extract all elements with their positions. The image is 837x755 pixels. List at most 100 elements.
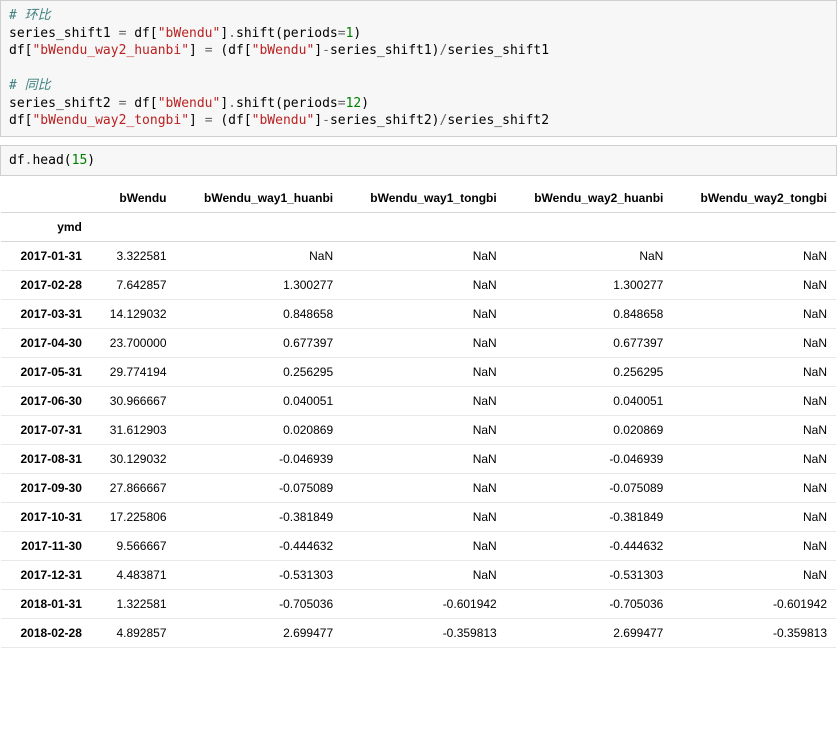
code-string: "bWendu" xyxy=(252,43,315,58)
code-text: series_shift2 xyxy=(447,113,549,128)
cell-value: NaN xyxy=(342,329,506,358)
code-text: head( xyxy=(32,153,71,168)
cell-value: -0.444632 xyxy=(176,532,343,561)
code-string: "bWendu_way2_tongbi" xyxy=(32,113,189,128)
row-index: 2017-11-30 xyxy=(1,532,91,561)
cell-value: -0.075089 xyxy=(506,474,673,503)
row-index: 2017-04-30 xyxy=(1,329,91,358)
code-text: ] xyxy=(314,113,322,128)
code-text: series_shift2 xyxy=(9,96,119,111)
row-index: 2017-03-31 xyxy=(1,300,91,329)
table-row: 2018-02-284.8928572.699477-0.3598132.699… xyxy=(1,619,836,648)
cell-value: 0.848658 xyxy=(176,300,343,329)
row-index: 2017-06-30 xyxy=(1,387,91,416)
cell-value: 0.040051 xyxy=(506,387,673,416)
code-text: (df[ xyxy=(213,113,252,128)
cell-value: 2.699477 xyxy=(506,619,673,648)
row-index: 2017-07-31 xyxy=(1,416,91,445)
code-cell-1: # 环比 series_shift1 = df["bWendu"].shift(… xyxy=(0,0,837,137)
code-text: df[ xyxy=(126,26,157,41)
cell-value: 9.566667 xyxy=(91,532,176,561)
cell-value: 0.256295 xyxy=(176,358,343,387)
table-row: 2017-08-3130.129032-0.046939NaN-0.046939… xyxy=(1,445,836,474)
cell-value: NaN xyxy=(342,271,506,300)
table-row: 2017-09-3027.866667-0.075089NaN-0.075089… xyxy=(1,474,836,503)
cell-value: -0.381849 xyxy=(506,503,673,532)
cell-value: NaN xyxy=(342,387,506,416)
cell-value: NaN xyxy=(342,474,506,503)
cell-value: NaN xyxy=(176,242,343,271)
code-comment: # 同比 xyxy=(9,78,51,93)
code-text: ) xyxy=(87,153,95,168)
cell-value: 30.966667 xyxy=(91,387,176,416)
cell-value: 4.483871 xyxy=(91,561,176,590)
table-row: 2017-07-3131.6129030.020869NaN0.020869Na… xyxy=(1,416,836,445)
cell-value: 0.020869 xyxy=(176,416,343,445)
cell-value: 4.892857 xyxy=(91,619,176,648)
row-index: 2017-10-31 xyxy=(1,503,91,532)
cell-value: 31.612903 xyxy=(91,416,176,445)
code-text: ) xyxy=(361,96,369,111)
code-op: . xyxy=(228,96,236,111)
code-text: ] xyxy=(220,26,228,41)
code-text: series_shift1 xyxy=(9,26,119,41)
cell-value: -0.075089 xyxy=(176,474,343,503)
cell-value: 2.699477 xyxy=(176,619,343,648)
cell-value: -0.531303 xyxy=(506,561,673,590)
cell-value: -0.381849 xyxy=(176,503,343,532)
code-text: df[ xyxy=(9,113,32,128)
cell-value: NaN xyxy=(672,561,836,590)
cell-value: NaN xyxy=(672,242,836,271)
cell-value: 7.642857 xyxy=(91,271,176,300)
cell-value: NaN xyxy=(672,503,836,532)
code-text: shift(periods xyxy=(236,26,338,41)
column-header: bWendu_way2_tongbi xyxy=(672,184,836,213)
cell-value: -0.359813 xyxy=(672,619,836,648)
code-string: "bWendu" xyxy=(158,26,221,41)
row-index: 2017-02-28 xyxy=(1,271,91,300)
cell-value: 14.129032 xyxy=(91,300,176,329)
column-header: bWendu_way1_huanbi xyxy=(176,184,343,213)
cell-value: NaN xyxy=(342,445,506,474)
cell-value: 3.322581 xyxy=(91,242,176,271)
column-header: bWendu xyxy=(91,184,176,213)
cell-value: 0.040051 xyxy=(176,387,343,416)
row-index: 2018-01-31 xyxy=(1,590,91,619)
table-row: 2018-01-311.322581-0.705036-0.601942-0.7… xyxy=(1,590,836,619)
cell-value: NaN xyxy=(506,242,673,271)
code-op: = xyxy=(205,113,213,128)
cell-value: 0.677397 xyxy=(176,329,343,358)
cell-value: 1.300277 xyxy=(506,271,673,300)
cell-value: -0.705036 xyxy=(506,590,673,619)
code-op: = xyxy=(205,43,213,58)
cell-value: NaN xyxy=(342,300,506,329)
table-header-row: bWendu bWendu_way1_huanbi bWendu_way1_to… xyxy=(1,184,836,213)
column-header: bWendu_way2_huanbi xyxy=(506,184,673,213)
cell-value: 0.020869 xyxy=(506,416,673,445)
code-text: df xyxy=(9,153,25,168)
cell-value: 17.225806 xyxy=(91,503,176,532)
code-text: shift(periods xyxy=(236,96,338,111)
cell-value: -0.444632 xyxy=(506,532,673,561)
table-row: 2017-01-313.322581NaNNaNNaNNaN xyxy=(1,242,836,271)
code-text: ] xyxy=(189,113,205,128)
cell-value: NaN xyxy=(672,387,836,416)
cell-value: -0.046939 xyxy=(176,445,343,474)
cell-value: NaN xyxy=(342,532,506,561)
cell-value: NaN xyxy=(672,300,836,329)
table-row: 2017-06-3030.9666670.040051NaN0.040051Na… xyxy=(1,387,836,416)
cell-value: -0.359813 xyxy=(342,619,506,648)
cell-value: NaN xyxy=(342,561,506,590)
cell-value: NaN xyxy=(672,532,836,561)
cell-value: 0.848658 xyxy=(506,300,673,329)
cell-value: -0.601942 xyxy=(672,590,836,619)
cell-value: 29.774194 xyxy=(91,358,176,387)
table-row: 2017-03-3114.1290320.848658NaN0.848658Na… xyxy=(1,300,836,329)
code-text: series_shift2) xyxy=(330,113,440,128)
code-text: ] xyxy=(220,96,228,111)
table-row: 2017-02-287.6428571.300277NaN1.300277NaN xyxy=(1,271,836,300)
cell-value: 23.700000 xyxy=(91,329,176,358)
cell-value: 1.300277 xyxy=(176,271,343,300)
cell-value: NaN xyxy=(342,416,506,445)
code-string: "bWendu_way2_huanbi" xyxy=(32,43,189,58)
